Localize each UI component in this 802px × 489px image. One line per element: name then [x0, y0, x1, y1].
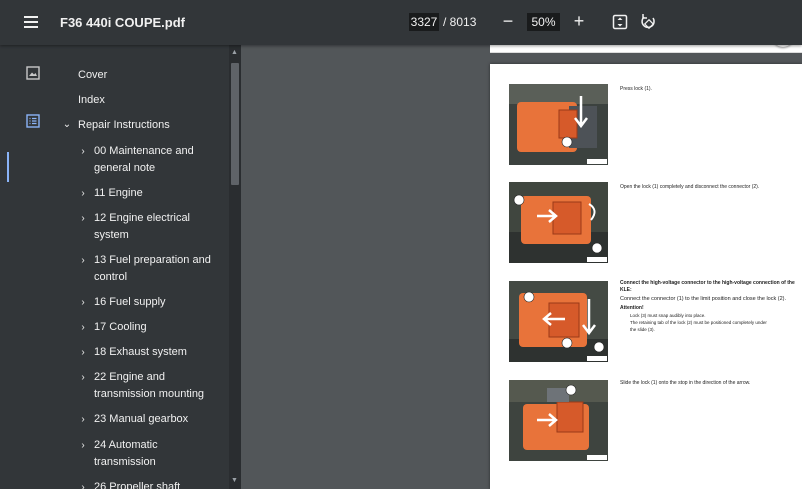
rotate-icon[interactable] — [640, 13, 657, 31]
step-1-photo — [509, 84, 608, 165]
outline-panel: Cover Index ⌄ Repair Instructions › 00 M… — [58, 45, 229, 489]
menu-icon[interactable] — [24, 14, 40, 30]
outline-item-18[interactable]: 18 Exhaust system — [94, 344, 214, 361]
step-3-heading: Connect the high-voltage connector to th… — [620, 280, 795, 293]
chevron-right-icon[interactable]: › — [78, 188, 88, 199]
zoom-input[interactable]: 50% — [527, 13, 560, 31]
outline-item-11[interactable]: 11 Engine — [94, 185, 214, 202]
chevron-right-icon[interactable]: › — [78, 213, 88, 224]
outline-item-22[interactable]: 22 Engine and transmission mounting — [94, 369, 214, 403]
chevron-right-icon[interactable]: › — [78, 146, 88, 157]
active-indicator — [7, 152, 9, 182]
step-1-text: Press lock (1). — [620, 86, 652, 92]
current-page-input[interactable]: 3327 — [409, 13, 439, 31]
step-3-photo — [509, 281, 608, 362]
step-4-photo — [509, 380, 608, 461]
outline-icon[interactable] — [26, 114, 40, 128]
attention-note-2: The retaining tab of the lock (2) must b… — [630, 320, 767, 332]
attention-note-1: Lock (3) must snap audibly into place. — [630, 313, 706, 318]
step-3-instruction: Connect the connector (1) to the limit p… — [620, 296, 787, 302]
outline-item-12[interactable]: 12 Engine electrical system — [94, 210, 214, 244]
chevron-right-icon[interactable]: › — [78, 297, 88, 308]
outline-item-17[interactable]: 17 Cooling — [94, 319, 214, 336]
outline-item-index[interactable]: Index — [78, 92, 105, 109]
zoom-out-button[interactable]: − — [502, 12, 514, 31]
outline-item-23[interactable]: 23 Manual gearbox — [94, 411, 214, 428]
scrollbar-thumb[interactable] — [231, 63, 239, 185]
step-2-text: Open the lock (1) completely and disconn… — [620, 184, 760, 190]
step-3-text: Connect the high-voltage connector to th… — [620, 280, 796, 333]
chevron-right-icon[interactable]: › — [78, 414, 88, 425]
step-4-text: Slide the lock (1) onto the stop in the … — [620, 380, 751, 386]
document-viewer[interactable]: Press lock (1). Open the lock (1) comple… — [241, 25, 802, 489]
toolbar: F36 440i COUPE.pdf 3327 / 8013 − 50% + — [0, 0, 802, 45]
scroll-up-arrow-icon[interactable]: ▲ — [231, 49, 238, 56]
pdf-page: Press lock (1). Open the lock (1) comple… — [490, 64, 802, 489]
outline-item-repair-instructions[interactable]: Repair Instructions — [78, 117, 170, 134]
fit-page-icon[interactable] — [612, 14, 628, 30]
scroll-down-arrow-icon[interactable]: ▼ — [231, 477, 238, 484]
outline-scrollbar[interactable]: ▲ ▼ — [229, 45, 241, 489]
document-title: F36 440i COUPE.pdf — [60, 15, 185, 30]
outline-item-24[interactable]: 24 Automatic transmission — [94, 437, 214, 471]
thumbnails-icon[interactable] — [26, 66, 40, 80]
chevron-right-icon[interactable]: › — [78, 347, 88, 358]
sidebar-icon-column — [0, 45, 58, 489]
chevron-right-icon[interactable]: › — [78, 372, 88, 383]
chevron-right-icon[interactable]: › — [78, 255, 88, 266]
chevron-right-icon[interactable]: › — [78, 482, 88, 489]
outline-item-26[interactable]: 26 Propeller shaft — [94, 479, 214, 489]
zoom-in-button[interactable]: + — [572, 12, 586, 32]
chevron-down-icon[interactable]: ⌄ — [62, 119, 72, 130]
outline-item-cover[interactable]: Cover — [78, 67, 107, 84]
step-2-photo — [509, 182, 608, 263]
chevron-right-icon[interactable]: › — [78, 440, 88, 451]
total-pages: / 8013 — [443, 15, 477, 29]
outline-item-16[interactable]: 16 Fuel supply — [94, 294, 214, 311]
attention-label: Attention! — [620, 305, 644, 311]
chevron-right-icon[interactable]: › — [78, 322, 88, 333]
outline-item-13[interactable]: 13 Fuel preparation and control — [94, 252, 214, 286]
outline-item-00[interactable]: 00 Maintenance and general note — [94, 143, 214, 177]
